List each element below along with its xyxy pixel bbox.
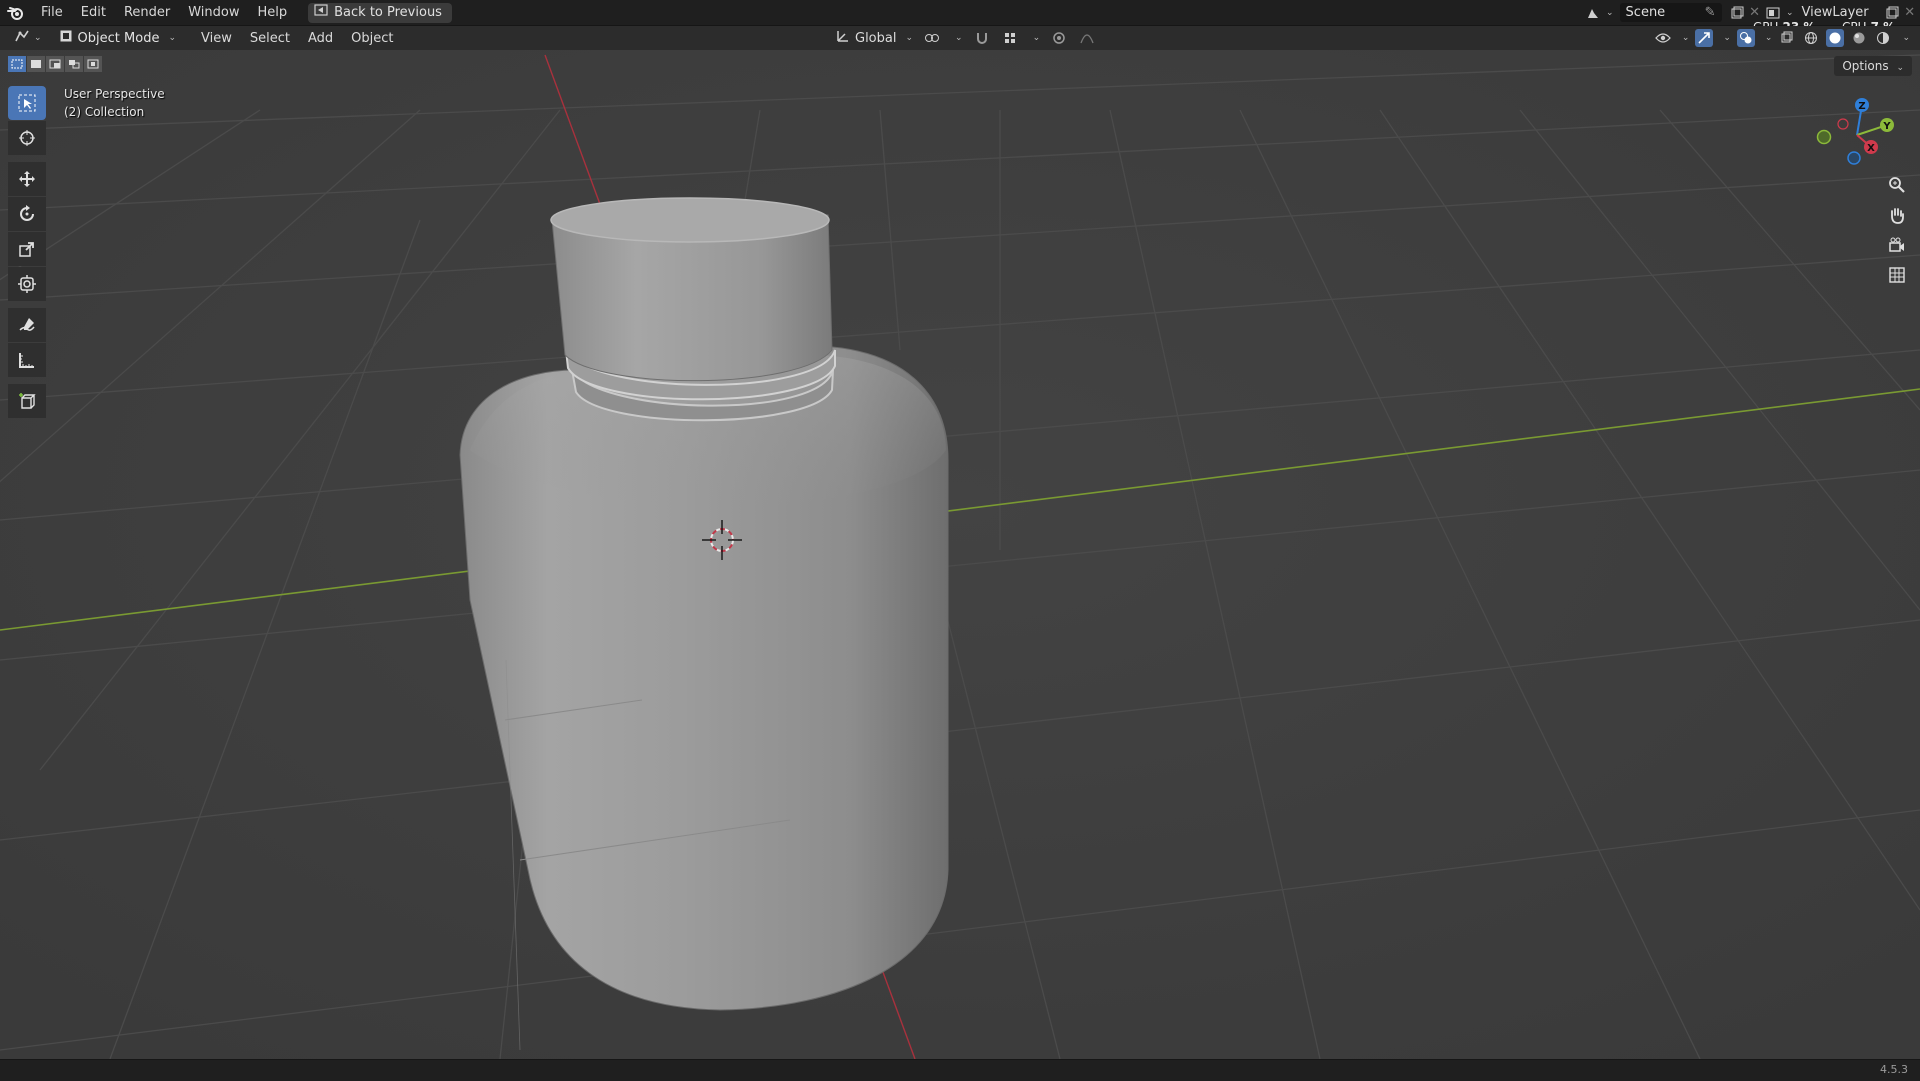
chevron-down-icon: ⌄: [1764, 33, 1773, 43]
chevron-down-icon: ⌄: [34, 33, 42, 43]
object-mode-icon: [59, 29, 73, 47]
viewport-display-tools: ⌄ ⌄ ⌄ ⌄: [1654, 28, 1910, 48]
gizmo-x-label: X: [1867, 143, 1875, 154]
select-box-icon[interactable]: [8, 86, 46, 120]
version-label: 4.5.3: [1880, 1063, 1908, 1076]
select-intersect-icon[interactable]: [84, 56, 102, 72]
menu-add[interactable]: Add: [299, 31, 342, 46]
rendered-shading-icon[interactable]: [1874, 29, 1892, 47]
camera-icon[interactable]: [1884, 232, 1910, 258]
cursor-icon[interactable]: [8, 121, 46, 155]
add-cube-icon[interactable]: [8, 384, 46, 418]
editor-type-button[interactable]: ⌄: [8, 28, 48, 48]
chevron-down-icon: ⌄: [905, 33, 914, 43]
delete-scene-icon[interactable]: ✕: [1746, 4, 1764, 22]
menu-file[interactable]: File: [32, 0, 72, 25]
menu-window[interactable]: Window: [179, 0, 248, 25]
selection-mode-buttons: [8, 56, 102, 72]
status-bar: 4.5.3: [0, 1059, 1920, 1081]
back-to-previous-label: Back to Previous: [334, 4, 442, 20]
viewport-background: [0, 50, 1920, 1059]
grid-ortho-icon[interactable]: [1884, 262, 1910, 288]
menu-select[interactable]: Select: [241, 31, 299, 46]
menu-object[interactable]: Object: [342, 31, 402, 46]
chevron-down-icon: ⌄: [1902, 33, 1910, 43]
visibility-eye-icon[interactable]: [1654, 29, 1672, 47]
gizmo-neg-x-axis[interactable]: [1837, 118, 1849, 130]
chevron-down-icon: ⌄: [955, 33, 963, 43]
menu-view[interactable]: View: [192, 31, 241, 46]
xray-toggle-icon[interactable]: [1778, 29, 1796, 47]
select-extend-icon[interactable]: [27, 56, 45, 72]
gizmo-neg-y-axis[interactable]: [1816, 129, 1832, 145]
3d-viewport[interactable]: User Perspective (2) Collection Options …: [0, 50, 1920, 1059]
object-mode-label: Object Mode: [77, 30, 160, 46]
transform-icon[interactable]: [8, 267, 46, 301]
gizmo-neg-z-axis[interactable]: [1847, 151, 1861, 165]
scene-selector[interactable]: ⌄ Scene ✎ ✕: [1584, 2, 1764, 23]
snap-magnet-icon[interactable]: [973, 29, 991, 47]
viewlayer-name: ViewLayer: [1801, 5, 1869, 20]
transform-tools: Global ⌄ ⌄ ⌄: [836, 28, 1096, 48]
gizmo-y-label: Y: [1882, 121, 1891, 132]
orientation-icon: [836, 29, 850, 47]
new-viewlayer-icon[interactable]: [1883, 4, 1901, 22]
tool-shelf: [8, 86, 48, 419]
overlays-toggle-icon[interactable]: [1736, 29, 1755, 47]
menu-render[interactable]: Render: [115, 0, 179, 25]
select-new-icon[interactable]: [8, 56, 26, 72]
scene-canvas[interactable]: [0, 50, 1920, 1059]
new-scene-icon[interactable]: [1728, 4, 1746, 22]
collection-label: (2) Collection: [64, 105, 145, 119]
pin-icon[interactable]: ✎: [1705, 3, 1716, 22]
back-to-previous-button[interactable]: Back to Previous: [308, 2, 452, 23]
rotate-icon[interactable]: [8, 197, 46, 231]
delete-viewlayer-icon[interactable]: ✕: [1901, 4, 1919, 22]
object-mode-dropdown[interactable]: Object Mode ⌄: [53, 28, 184, 48]
scene-icon: [1584, 4, 1602, 22]
falloff-curve-icon[interactable]: [1078, 29, 1096, 47]
gizmo-z-label: Z: [1858, 101, 1865, 112]
pan-hand-icon[interactable]: [1884, 202, 1910, 228]
solid-shading-icon[interactable]: [1826, 29, 1845, 47]
navigation-gizmo[interactable]: Z Y X: [1812, 90, 1902, 180]
viewport-header: ⌄ Object Mode ⌄ View Select Add Object G…: [0, 26, 1920, 50]
chevron-down-icon: ⌄: [1896, 63, 1904, 73]
chevron-down-icon: ⌄: [1723, 33, 1731, 43]
viewlayer-icon: [1764, 4, 1782, 22]
chevron-down-icon: ⌄: [1681, 33, 1690, 43]
scene-name: Scene: [1625, 5, 1666, 20]
blender-logo-icon[interactable]: [0, 0, 32, 25]
chevron-down-icon: ⌄: [1032, 33, 1041, 43]
scale-icon[interactable]: [8, 232, 46, 266]
orientation-label: Global: [855, 30, 897, 46]
chevron-down-icon: ⌄: [1606, 7, 1614, 18]
snap-increment-icon[interactable]: [1001, 29, 1019, 47]
select-subtract-icon[interactable]: [46, 56, 64, 72]
view-name-label: User Perspective: [64, 87, 165, 101]
select-invert-icon[interactable]: [65, 56, 83, 72]
material-shading-icon[interactable]: [1850, 29, 1868, 47]
zoom-icon[interactable]: [1884, 172, 1910, 198]
chevron-down-icon: ⌄: [168, 33, 176, 43]
wireframe-shading-icon[interactable]: [1802, 29, 1820, 47]
menu-help[interactable]: Help: [249, 0, 297, 25]
proportional-editing-icon[interactable]: [1050, 29, 1068, 47]
measure-icon[interactable]: [8, 343, 46, 377]
scene-name-field[interactable]: Scene ✎: [1619, 3, 1722, 22]
transform-orientation-dropdown[interactable]: Global ⌄: [836, 29, 913, 47]
gizmo-toggle-icon[interactable]: [1695, 29, 1714, 47]
options-label: Options: [1842, 59, 1889, 73]
menu-edit[interactable]: Edit: [72, 0, 115, 25]
pivot-point-icon[interactable]: [923, 29, 941, 47]
move-icon[interactable]: [8, 162, 46, 196]
editor-type-icon: [14, 29, 30, 47]
annotate-icon[interactable]: [8, 308, 46, 342]
top-menu-bar: File Edit Render Window Help Back to Pre…: [0, 0, 1920, 34]
chevron-down-icon: ⌄: [1786, 7, 1794, 18]
back-icon: [314, 3, 328, 23]
options-dropdown[interactable]: Options ⌄: [1834, 56, 1912, 76]
